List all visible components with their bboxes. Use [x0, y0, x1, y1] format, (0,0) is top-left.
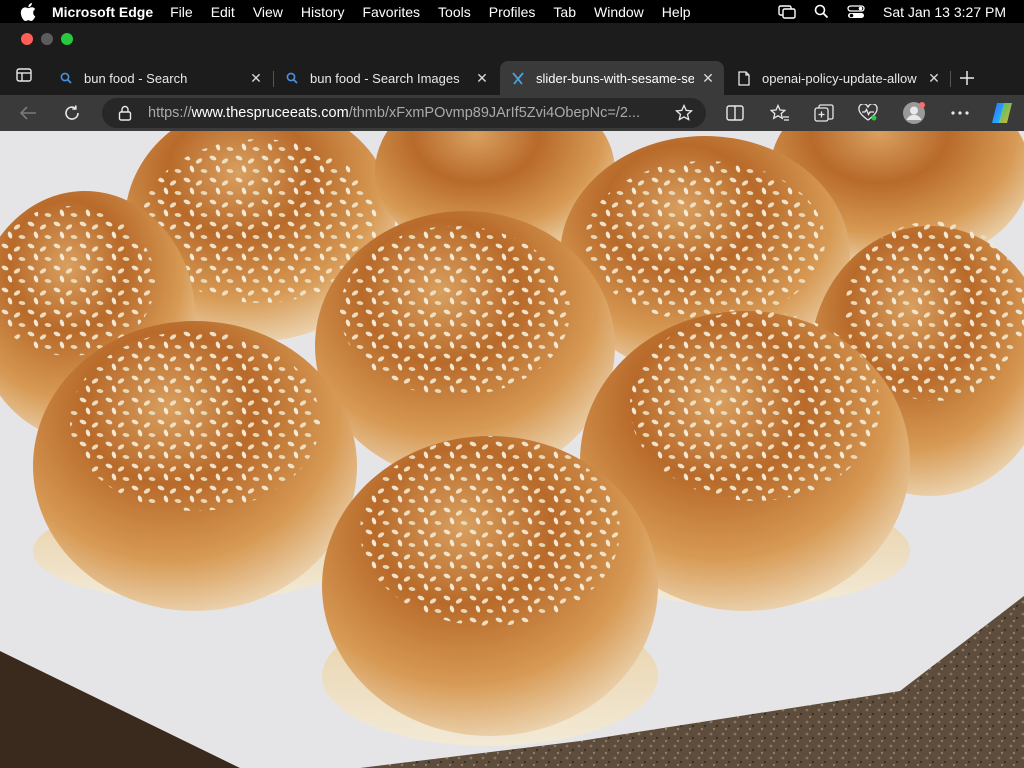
app-name-menu[interactable]: Microsoft Edge — [52, 4, 153, 20]
menu-edit[interactable]: Edit — [211, 4, 235, 20]
apple-icon[interactable] — [18, 2, 38, 22]
menu-profiles[interactable]: Profiles — [489, 4, 536, 20]
url-scheme: https:// — [148, 105, 192, 121]
collections-icon[interactable] — [812, 101, 836, 125]
window-maximize-button[interactable] — [61, 33, 73, 45]
tab-close-icon[interactable]: ✕ — [926, 70, 942, 86]
url-path: /thmb/xFxmPOvmp89JArIf5Zvi4ObepNc=/2... — [348, 105, 640, 121]
address-bar[interactable]: https://www.thespruceeats.com/thmb/xFxmP… — [102, 98, 706, 128]
split-screen-icon[interactable] — [723, 101, 747, 125]
tab-bun-food-search-images[interactable]: bun food - Search Images ✕ — [274, 61, 498, 95]
favorites-icon[interactable] — [768, 101, 792, 125]
tab-title: bun food - Search — [84, 70, 188, 86]
new-tab-button[interactable] — [956, 67, 978, 89]
spotlight-search-icon[interactable] — [814, 4, 829, 19]
menu-window[interactable]: Window — [594, 4, 644, 20]
menu-favorites[interactable]: Favorites — [362, 4, 420, 20]
tab-close-icon[interactable]: ✕ — [700, 70, 716, 86]
menu-tab[interactable]: Tab — [553, 4, 576, 20]
tab-openai-policy[interactable]: openai-policy-update-allow ✕ — [726, 61, 950, 95]
window-close-button[interactable] — [21, 33, 33, 45]
document-favicon-icon — [736, 70, 752, 86]
back-button[interactable] — [16, 101, 40, 125]
window-minimize-button[interactable] — [41, 33, 53, 45]
spruce-eats-favicon-icon — [510, 70, 526, 86]
browser-toolbar: https://www.thespruceeats.com/thmb/xFxmP… — [0, 95, 1024, 131]
url-text[interactable]: https://www.thespruceeats.com/thmb/xFxmP… — [148, 105, 668, 121]
tab-title: openai-policy-update-allow — [762, 70, 917, 86]
tab-title: bun food - Search Images — [310, 70, 460, 86]
menu-history[interactable]: History — [301, 4, 345, 20]
tab-slider-buns[interactable]: slider-buns-with-sesame-seeds ✕ — [500, 61, 724, 95]
tab-title: slider-buns-with-sesame-seeds — [536, 70, 694, 86]
menubar-clock[interactable]: Sat Jan 13 3:27 PM — [883, 4, 1006, 20]
profile-avatar-icon[interactable] — [902, 101, 926, 125]
menu-help[interactable]: Help — [662, 4, 691, 20]
tab-divider — [950, 71, 951, 87]
menu-view[interactable]: View — [253, 4, 283, 20]
menu-bar: Microsoft Edge File Edit View History Fa… — [0, 0, 1024, 23]
lock-icon[interactable] — [116, 104, 134, 122]
menubar-status-area: Sat Jan 13 3:27 PM — [778, 0, 1006, 23]
tab-strip: bun food - Search ✕ bun food - Search Im… — [0, 55, 1024, 95]
window-titlebar — [0, 23, 1024, 55]
page-content-image[interactable] — [0, 131, 1024, 768]
tab-bun-food-search[interactable]: bun food - Search ✕ — [48, 61, 272, 95]
search-favicon-icon — [58, 70, 74, 86]
sesame-buns-photo — [0, 131, 1024, 768]
copilot-icon[interactable] — [988, 99, 1016, 127]
tab-close-icon[interactable]: ✕ — [248, 70, 264, 86]
control-center-icon[interactable] — [847, 4, 865, 19]
menu-file[interactable]: File — [170, 4, 193, 20]
favorite-star-icon[interactable] — [674, 103, 694, 123]
menu-tools[interactable]: Tools — [438, 4, 471, 20]
search-favicon-icon — [284, 70, 300, 86]
refresh-button[interactable] — [60, 101, 84, 125]
more-options-icon[interactable] — [948, 101, 972, 125]
url-host: www.thespruceeats.com — [191, 105, 349, 121]
browser-essentials-icon[interactable] — [856, 101, 880, 125]
screen-mirroring-icon[interactable] — [778, 4, 796, 19]
tab-close-icon[interactable]: ✕ — [474, 70, 490, 86]
tab-actions-menu-icon[interactable] — [12, 65, 36, 85]
